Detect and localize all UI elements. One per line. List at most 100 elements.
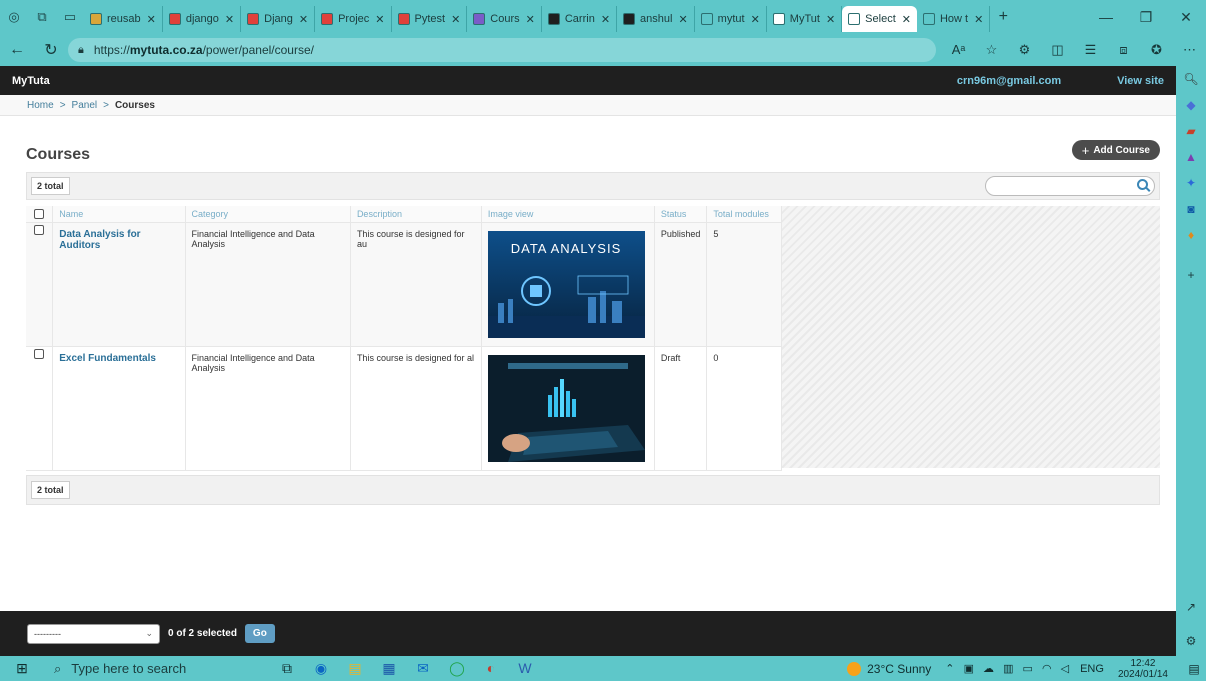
course-name-link[interactable]: Excel Fundamentals	[59, 353, 156, 364]
new-tab-button[interactable]: +	[990, 8, 1016, 26]
tray-icons[interactable]: ⌃ ▣ ☁ ▥ ▭ ◠ ◁	[945, 662, 1072, 675]
close-tab-icon[interactable]: ✕	[678, 13, 687, 26]
action-select[interactable]: --------- ⌄	[27, 623, 160, 644]
language-indicator[interactable]: ENG	[1080, 663, 1104, 675]
column-header-name[interactable]: Name	[52, 206, 186, 223]
browser-profile-icon[interactable]: ◎	[0, 0, 28, 34]
status-cell: Draft	[654, 346, 708, 471]
user-email: crn96m@gmail.com	[956, 74, 1062, 87]
word-icon[interactable]: W	[508, 660, 542, 677]
browser-tab[interactable]: django ✕	[163, 6, 242, 32]
close-tab-icon[interactable]: ✕	[299, 13, 308, 26]
browser-tab[interactable]: anshul ✕	[617, 6, 695, 32]
site-brand[interactable]: MyTuta	[12, 75, 50, 87]
browser-tab[interactable]: Carrin ✕	[542, 6, 618, 32]
column-header-description[interactable]: Description	[350, 206, 482, 223]
close-tab-icon[interactable]: ✕	[826, 13, 835, 26]
split-screen-icon[interactable]: ◫	[1041, 42, 1074, 58]
breadcrumb-home[interactable]: Home	[27, 100, 54, 111]
minimize-icon[interactable]: —	[1086, 9, 1126, 26]
browser-tab[interactable]: How t ✕	[917, 6, 991, 32]
table-row: Excel Fundamentals Financial Intelligenc…	[26, 346, 782, 471]
read-aloud-icon[interactable]: Aᵃ	[942, 42, 975, 58]
browser-tab[interactable]: Pytest ✕	[392, 6, 468, 32]
close-tab-icon[interactable]: ✕	[902, 13, 911, 26]
close-tab-icon[interactable]: ✕	[974, 13, 983, 26]
browser-tab[interactable]: MyTut ✕	[767, 6, 843, 32]
browser-tab[interactable]: Projec ✕	[315, 6, 392, 32]
add-sidebar-icon[interactable]: +	[1176, 262, 1206, 288]
close-window-icon[interactable]: ✕	[1166, 9, 1206, 26]
settings-gear-icon[interactable]: ⚙	[1176, 628, 1206, 654]
column-header-status[interactable]: Status	[654, 206, 708, 223]
briefcase-icon[interactable]: ▰	[1176, 118, 1206, 144]
column-header-category[interactable]: Category	[185, 206, 351, 223]
row-checkbox[interactable]	[34, 348, 45, 359]
lock-icon: 🔒︎	[78, 43, 84, 56]
copilot-sidebar-icon[interactable]: ✦	[1176, 170, 1206, 196]
close-tab-icon[interactable]: ✕	[751, 13, 760, 26]
clock[interactable]: 12:42 2024/01/14	[1118, 658, 1168, 680]
chrome-icon[interactable]: ◐	[474, 660, 508, 677]
search-input[interactable]	[985, 176, 1155, 196]
results-area: Name Category Description Image view Sta…	[26, 206, 1160, 471]
external-link-icon[interactable]: ↗	[1176, 594, 1206, 620]
close-tab-icon[interactable]: ✕	[147, 13, 156, 26]
name-cell: Excel Fundamentals	[52, 346, 186, 471]
page-title: Courses	[26, 146, 91, 163]
outlook-icon[interactable]: ◙	[1176, 196, 1206, 222]
browser-tab[interactable]: reusab ✕	[84, 6, 163, 32]
tab-favicon-icon	[473, 13, 486, 25]
games-icon[interactable]: ▲	[1176, 144, 1206, 170]
browser-tab[interactable]: Cours ✕	[467, 6, 542, 32]
add-course-button[interactable]: + Add Course	[1071, 140, 1160, 160]
url-prefix: https://	[93, 43, 130, 57]
select-all-checkbox[interactable]	[34, 209, 45, 220]
course-name-link[interactable]: Data Analysis for Auditors	[59, 229, 140, 251]
close-tab-icon[interactable]: ✕	[225, 13, 234, 26]
windows-start-icon[interactable]: ⊞	[0, 660, 44, 677]
bulk-action-bar: --------- ⌄ 0 of 2 selected Go	[0, 611, 1176, 656]
workspaces-icon[interactable]: ⧉	[28, 0, 56, 34]
browser-tab[interactable]: Select ✕	[842, 6, 917, 32]
close-tab-icon[interactable]: ✕	[451, 13, 460, 26]
tab-actions-icon[interactable]: ▭	[56, 0, 84, 34]
copilot-icon[interactable]: ✪	[1140, 42, 1173, 58]
close-tab-icon[interactable]: ✕	[375, 13, 384, 26]
taskbar-search[interactable]: ⌕ Type here to search	[44, 656, 270, 681]
search-icon[interactable]	[1137, 179, 1148, 190]
close-tab-icon[interactable]: ✕	[526, 13, 535, 26]
thumbnail-caption: DATA ANALYSIS	[511, 241, 622, 256]
browser-tab[interactable]: mytut ✕	[695, 6, 767, 32]
restore-icon[interactable]: ❐	[1126, 9, 1166, 26]
weather-widget[interactable]: 23°C Sunny	[847, 661, 931, 676]
tag-icon[interactable]: ◆	[1176, 92, 1206, 118]
mail-icon[interactable]: ✉	[406, 660, 440, 677]
column-header-modules: Total modules	[706, 206, 782, 223]
file-explorer-icon[interactable]: ▤	[338, 660, 372, 677]
url-field[interactable]: 🔒︎ https://mytuta.co.za/power/panel/cour…	[68, 38, 936, 62]
row-checkbox[interactable]	[34, 224, 45, 235]
edge-browser-icon[interactable]: ◉	[304, 660, 338, 677]
tab-favicon-icon	[772, 13, 785, 25]
more-menu-icon[interactable]: ⋯	[1173, 42, 1206, 58]
whatsapp-icon[interactable]: ◯	[440, 660, 474, 677]
search-sidebar-icon[interactable]: 🔍︎	[1176, 66, 1206, 92]
close-tab-icon[interactable]: ✕	[601, 13, 610, 26]
collections-icon[interactable]: ⧈	[1107, 42, 1140, 58]
favorites-list-icon[interactable]: ☰	[1074, 42, 1107, 58]
go-button[interactable]: Go	[244, 624, 275, 643]
extensions-icon[interactable]: ⚙	[1008, 42, 1041, 58]
refresh-icon[interactable]: ↻	[34, 40, 68, 60]
browser-tab[interactable]: Djang ✕	[241, 6, 316, 32]
tab-favicon-icon	[397, 13, 410, 25]
store-icon[interactable]: ▦	[372, 660, 406, 677]
notification-icon[interactable]: ▤	[1182, 662, 1206, 676]
back-arrow-icon[interactable]: ←	[0, 41, 34, 59]
favorite-star-icon[interactable]: ☆	[975, 42, 1008, 58]
url-host: mytuta.co.za	[129, 43, 203, 57]
view-site-link[interactable]: View site	[1117, 75, 1164, 87]
shopping-icon[interactable]: ♦	[1176, 222, 1206, 248]
task-view-icon[interactable]: ⧉	[270, 660, 304, 677]
breadcrumb-panel[interactable]: Panel	[72, 100, 98, 111]
